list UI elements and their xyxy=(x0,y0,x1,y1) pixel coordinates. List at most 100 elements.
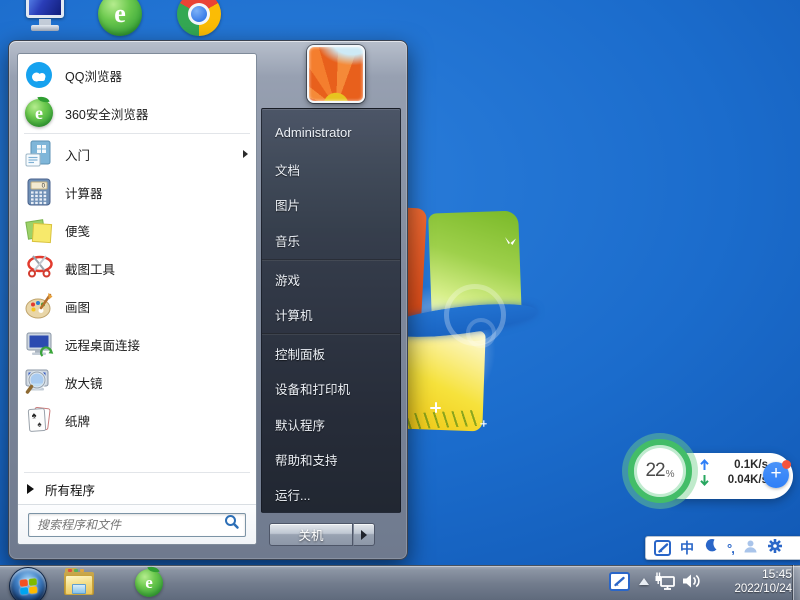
shutdown-options-arrow[interactable] xyxy=(353,523,375,546)
remote-desktop-icon xyxy=(24,329,54,359)
menu-item-pictures[interactable]: 图片 xyxy=(262,187,400,222)
down-arrow-icon xyxy=(700,474,709,486)
show-hidden-icons-arrow[interactable] xyxy=(639,578,649,585)
menu-item-music[interactable]: 音乐 xyxy=(262,223,400,258)
menu-item-documents[interactable]: 文档 xyxy=(262,152,400,187)
menu-item-qq-browser[interactable]: QQ浏览器 xyxy=(18,56,256,94)
menu-item-label: QQ浏览器 xyxy=(65,66,122,85)
360-browser-icon: e xyxy=(25,99,53,127)
getting-started-icon xyxy=(24,139,54,169)
menu-item-label: 360安全浏览器 xyxy=(65,104,148,123)
memory-percent: 22 xyxy=(645,460,664,482)
network-speeds: 0.1K/s 0.04K/s xyxy=(700,459,768,486)
snipping-tool-icon xyxy=(24,253,54,283)
start-menu-right-panel: Administrator 文档 图片 音乐 游戏 计算机 控制面板 设备和打印… xyxy=(261,108,401,513)
user-name[interactable]: Administrator xyxy=(262,113,400,152)
ime-tray-icon[interactable] xyxy=(609,572,630,591)
speed-ball-widget: 0.1K/s 0.04K/s 22 % + xyxy=(620,435,800,510)
start-menu-left-panel: QQ浏览器 e 360安全浏览器 入门 0 计算器 xyxy=(17,53,257,545)
menu-item-label: 远程桌面连接 xyxy=(65,335,140,354)
my-computer-icon[interactable] xyxy=(24,0,68,38)
windows-logo-icon xyxy=(19,578,37,595)
menu-item-solitaire[interactable]: ♠♠ 纸牌 xyxy=(18,401,256,439)
ime-logo-icon[interactable] xyxy=(654,540,671,556)
memory-usage-ball[interactable]: 22 % xyxy=(628,439,692,503)
menu-item-label: 画图 xyxy=(65,297,90,316)
divider xyxy=(24,472,250,473)
network-icon[interactable] xyxy=(654,571,677,597)
menu-item-label: 放大镜 xyxy=(65,373,103,392)
menu-item-control-panel[interactable]: 控制面板 xyxy=(262,336,400,371)
menu-item-label: 截图工具 xyxy=(65,259,115,278)
clock-date: 2022/10/24 xyxy=(700,582,792,597)
search-area xyxy=(18,504,256,544)
arrow-right-icon xyxy=(361,530,367,540)
menu-item-run[interactable]: 运行... xyxy=(262,477,400,512)
sparkle xyxy=(430,402,441,413)
fullwidth-moon-icon[interactable] xyxy=(703,538,718,558)
search-icon[interactable] xyxy=(224,514,240,535)
lens-flare xyxy=(466,318,496,348)
desktop: e QQ浏览器 e 360安全浏览器 入门 xyxy=(0,0,800,600)
all-programs-label: 所有程序 xyxy=(45,480,95,499)
menu-item-calculator[interactable]: 0 计算器 xyxy=(18,173,256,211)
magnifier-icon xyxy=(24,367,54,397)
user-avatar[interactable] xyxy=(307,45,365,103)
taskbar xyxy=(0,565,800,600)
menu-item-360-browser[interactable]: e 360安全浏览器 xyxy=(18,94,256,132)
menu-item-getting-started[interactable]: 入门 xyxy=(18,135,256,173)
chinese-mode-toggle[interactable]: 中 xyxy=(680,538,694,558)
upload-speed-row: 0.1K/s xyxy=(700,459,768,471)
punctuation-toggle[interactable]: °, xyxy=(727,541,734,556)
qq-browser-icon xyxy=(24,60,54,90)
sparkle xyxy=(480,420,487,427)
search-input[interactable] xyxy=(37,518,224,532)
percent-sign: % xyxy=(666,469,675,480)
menu-item-help-support[interactable]: 帮助和支持 xyxy=(262,442,400,477)
ime-language-bar: 中 °, xyxy=(645,536,800,560)
menu-item-label: 入门 xyxy=(65,145,90,164)
menu-item-label: 纸牌 xyxy=(65,411,90,430)
start-button[interactable] xyxy=(9,567,47,600)
menu-item-sticky-notes[interactable]: 便笺 xyxy=(18,211,256,249)
calculator-icon: 0 xyxy=(24,177,54,207)
solitaire-icon: ♠♠ xyxy=(24,405,54,435)
user-icon[interactable] xyxy=(743,539,758,558)
add-button[interactable]: + xyxy=(763,462,789,488)
all-programs-arrow-icon xyxy=(27,484,34,494)
menu-item-label: 便笺 xyxy=(65,221,90,240)
paint-icon xyxy=(24,291,54,321)
download-speed-value: 0.04K/s xyxy=(716,474,768,486)
all-programs-button[interactable]: 所有程序 xyxy=(18,474,256,504)
download-speed-row: 0.04K/s xyxy=(700,474,768,486)
menu-item-paint[interactable]: 画图 xyxy=(18,287,256,325)
menu-item-remote-desktop[interactable]: 远程桌面连接 xyxy=(18,325,256,363)
chrome-icon[interactable] xyxy=(177,0,221,36)
shutdown-split-button: 关机 xyxy=(269,523,375,546)
tray-clock[interactable]: 15:45 2022/10/24 xyxy=(700,567,792,597)
divider xyxy=(262,333,400,335)
explorer-taskbar-button[interactable] xyxy=(64,571,94,597)
sticky-notes-icon xyxy=(24,215,54,245)
upload-speed-value: 0.1K/s xyxy=(716,459,768,471)
search-box[interactable] xyxy=(28,513,246,537)
divider xyxy=(24,133,250,134)
wallpaper-windows-flag xyxy=(394,196,534,436)
360-browser-taskbar-button[interactable]: e xyxy=(135,569,163,597)
menu-item-magnifier[interactable]: 放大镜 xyxy=(18,363,256,401)
submenu-arrow-icon xyxy=(243,150,248,158)
settings-gear-icon[interactable] xyxy=(767,538,783,559)
spacer xyxy=(18,439,256,471)
menu-item-computer[interactable]: 计算机 xyxy=(262,297,400,332)
volume-icon[interactable] xyxy=(681,572,702,595)
menu-item-games[interactable]: 游戏 xyxy=(262,262,400,297)
computer-base xyxy=(31,25,59,31)
divider xyxy=(262,259,400,261)
menu-item-devices-printers[interactable]: 设备和打印机 xyxy=(262,371,400,406)
menu-item-default-programs[interactable]: 默认程序 xyxy=(262,406,400,441)
clock-time: 15:45 xyxy=(700,567,792,582)
menu-item-snipping-tool[interactable]: 截图工具 xyxy=(18,249,256,287)
360-browser-icon[interactable]: e xyxy=(98,0,142,36)
show-desktop-button[interactable] xyxy=(793,565,800,600)
shutdown-button[interactable]: 关机 xyxy=(269,523,353,546)
